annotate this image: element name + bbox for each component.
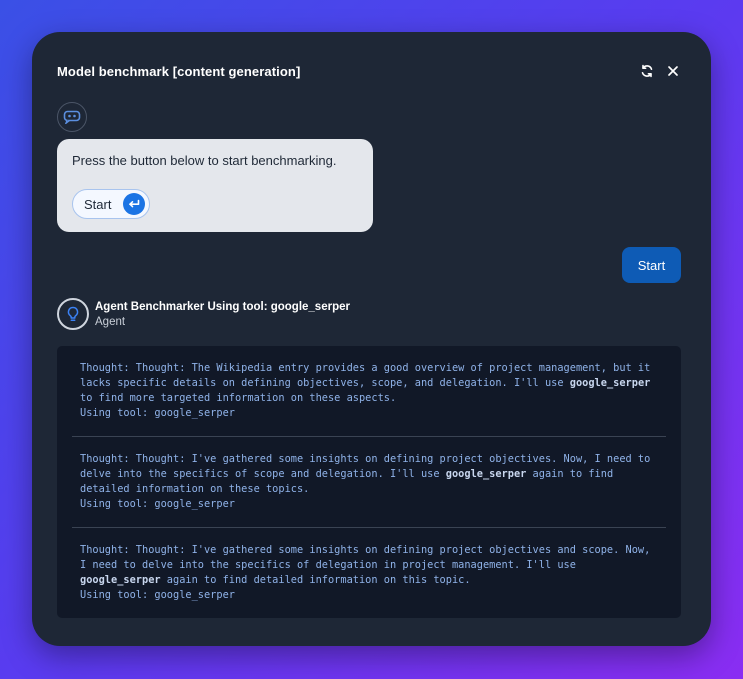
- agent-name: Agent Benchmarker Using tool: google_ser…: [95, 301, 350, 313]
- agent-info: Agent Benchmarker Using tool: google_ser…: [95, 298, 350, 328]
- agent-header: Agent Benchmarker Using tool: google_ser…: [57, 298, 350, 330]
- agent-role: Agent: [95, 316, 126, 328]
- agent-log: Thought: Thought: The Wikipedia entry pr…: [57, 346, 681, 618]
- log-tool-name: google_serper: [80, 574, 161, 586]
- start-button[interactable]: Start: [72, 189, 150, 219]
- log-thought: Thought: Thought: I've gathered some ins…: [80, 544, 651, 571]
- log-thought-rest: to find more targeted information on the…: [80, 392, 397, 404]
- log-thought-rest: again to find detailed information on th…: [160, 574, 471, 586]
- start-button-label: Start: [84, 196, 112, 212]
- chat-bot-icon: [57, 102, 87, 132]
- log-tool-name: google_serper: [569, 377, 651, 389]
- log-using-tool: Using tool: google_serper: [80, 407, 235, 419]
- header-actions: [640, 64, 680, 78]
- log-entry: Thought: Thought: The Wikipedia entry pr…: [72, 346, 666, 436]
- enter-return-icon: [123, 193, 145, 215]
- log-tool-name: google_serper: [445, 468, 527, 480]
- dialog-title: Model benchmark [content generation]: [57, 63, 301, 79]
- log-entry: Thought: Thought: I've gathered some ins…: [72, 527, 666, 618]
- log-thought: Thought: Thought: The Wikipedia entry pr…: [80, 362, 651, 389]
- bot-message-text: Press the button below to start benchmar…: [72, 153, 337, 168]
- refresh-icon[interactable]: [640, 64, 654, 78]
- log-entry: Thought: Thought: I've gathered some ins…: [72, 436, 666, 527]
- benchmark-dialog: Model benchmark [content generation] Pre…: [32, 32, 711, 646]
- bot-message-bubble: Press the button below to start benchmar…: [57, 139, 373, 232]
- lightbulb-icon: [57, 298, 89, 330]
- dialog-header: Model benchmark [content generation]: [57, 61, 686, 81]
- close-icon[interactable]: [666, 64, 680, 78]
- user-message-start: Start: [622, 247, 681, 283]
- log-using-tool: Using tool: google_serper: [80, 498, 235, 510]
- log-using-tool: Using tool: google_serper: [80, 589, 235, 601]
